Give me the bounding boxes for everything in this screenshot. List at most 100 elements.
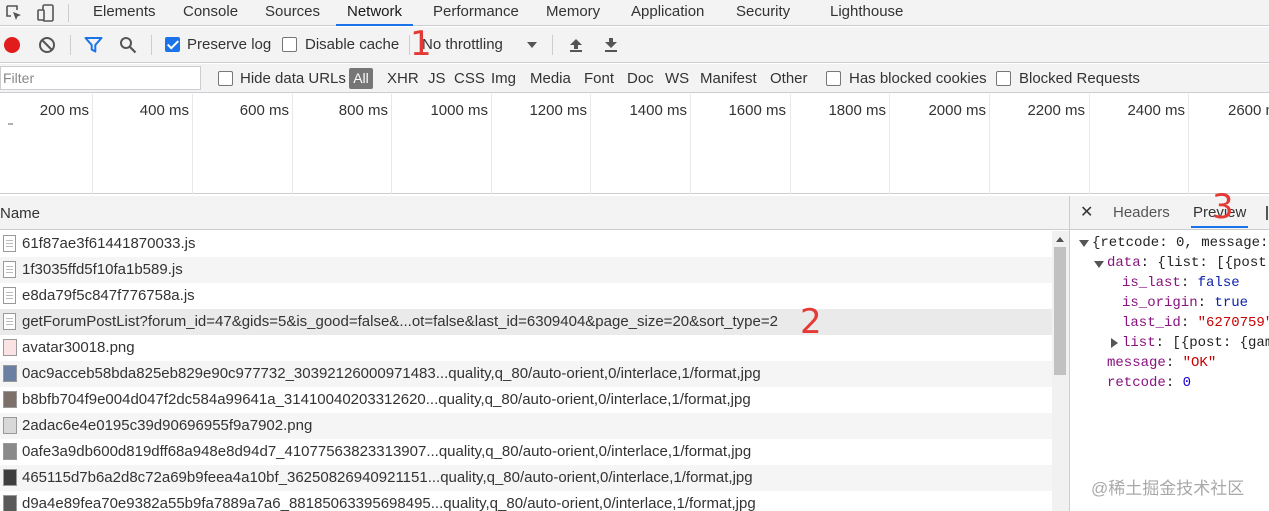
import-har-icon[interactable] [568,37,584,53]
preview-root: {retcode: 0, message: [1092,235,1269,251]
tab-headers[interactable]: Headers [1113,204,1170,221]
overview-tick-label: 2400 ms [1127,102,1185,119]
overview-gridline [790,94,791,194]
tab-overflow-indicator [1266,206,1268,220]
request-name: b8bfb704f9e004d047f2dc584a99641a_3141004… [22,391,751,408]
overview-tick-label: 1600 ms [728,102,786,119]
clear-icon[interactable] [38,36,56,54]
tab-console[interactable]: Console [183,0,238,26]
preserve-log-checkbox[interactable] [165,37,180,52]
devtools-tab-bar: Elements Console Sources Network Perform… [0,0,1269,26]
preserve-log-label[interactable]: Preserve log [187,36,271,53]
request-list-scrollbar[interactable] [1052,231,1069,511]
request-list: 61f87ae3f61441870033.js 1f3035ffd5f10fa1… [0,231,1052,511]
preview-key: retcode [1107,375,1166,391]
request-row[interactable]: avatar30018.png [0,335,1052,361]
expand-triangle-icon[interactable] [1079,240,1089,247]
scrollbar-thumb[interactable] [1054,247,1066,375]
request-row[interactable]: d9a4e89fea70e9382a55b9fa7889a7a6_8818506… [0,491,1052,511]
image-thumbnail-icon [3,339,17,356]
tab-memory[interactable]: Memory [546,0,600,26]
record-button[interactable] [4,37,20,53]
js-file-icon [3,235,16,252]
response-preview[interactable]: {retcode: 0, message: data: {list: [{pos… [1070,231,1269,511]
tab-performance[interactable]: Performance [433,0,519,26]
expand-triangle-icon[interactable] [1094,261,1104,268]
detail-panel-tabs: ✕ Headers Preview 3 [1070,190,1269,230]
blocked-requests-label[interactable]: Blocked Requests [1019,70,1140,87]
device-toolbar-icon[interactable] [36,3,56,23]
overview-gridline [391,94,392,194]
type-filter-xhr[interactable]: XHR [387,70,419,87]
annotation-marker-2: 2 [800,302,822,342]
type-filter-doc[interactable]: Doc [627,70,654,87]
has-blocked-cookies-label[interactable]: Has blocked cookies [849,70,987,87]
inspect-element-icon[interactable] [4,3,24,23]
xhr-file-icon [3,313,16,330]
overview-tick-label: 600 ms [239,102,289,119]
disable-cache-label[interactable]: Disable cache [305,36,399,53]
filter-input[interactable] [0,66,201,90]
overview-gridline [292,94,293,194]
has-blocked-cookies-checkbox[interactable] [826,71,841,86]
preview-key: message [1107,355,1166,371]
tab-sources[interactable]: Sources [265,0,320,26]
type-filter-manifest[interactable]: Manifest [700,70,757,87]
preview-value: true [1214,295,1249,311]
tab-lighthouse[interactable]: Lighthouse [830,0,903,26]
request-row-selected[interactable]: getForumPostList?forum_id=47&gids=5&is_g… [0,305,1052,339]
overview-tick-label: 1000 ms [430,102,488,119]
network-toolbar: Preserve log Disable cache No throttling… [0,27,1269,63]
request-name: e8da79f5c847f776758a.js [22,287,195,304]
request-row[interactable]: e8da79f5c847f776758a.js [0,283,1052,309]
overview-tick-label: 2200 ms [1027,102,1085,119]
hide-data-urls-label[interactable]: Hide data URLs [240,70,346,87]
search-icon[interactable] [119,36,137,54]
request-row[interactable]: 0afe3a9db600d819dff68a948e8d94d7_4107756… [0,439,1052,465]
tab-security[interactable]: Security [736,0,790,26]
overview-gridline [690,94,691,194]
type-filter-media[interactable]: Media [530,70,571,87]
request-name: getForumPostList?forum_id=47&gids=5&is_g… [22,313,778,330]
request-name: d9a4e89fea70e9382a55b9fa7889a7a6_8818506… [22,495,756,511]
export-har-icon[interactable] [603,37,619,53]
type-filter-all[interactable]: All [349,68,373,89]
request-row[interactable]: 2adac6e4e0195c39d90696955f9a7902.png [0,413,1052,439]
tab-application[interactable]: Application [631,0,704,26]
collapse-triangle-icon[interactable] [1111,338,1118,348]
request-row[interactable]: 465115d7b6a2d8c72a69b9feea4a10bf_3625082… [0,465,1052,491]
type-filter-js[interactable]: JS [428,70,446,87]
type-filter-other[interactable]: Other [770,70,808,87]
overview-gridline [989,94,990,194]
preview-key: is_last [1122,275,1181,291]
preview-last-id-line: last_id: "6270759" [1122,315,1269,331]
type-filter-css[interactable]: CSS [454,70,485,87]
type-filter-img[interactable]: Img [491,70,516,87]
close-icon[interactable]: ✕ [1080,202,1093,222]
type-filter-font[interactable]: Font [584,70,614,87]
request-row[interactable]: 1f3035ffd5f10fa1b589.js [0,257,1052,283]
scroll-up-icon[interactable] [1056,237,1064,242]
tab-network[interactable]: Network [336,0,414,26]
type-filter-ws[interactable]: WS [665,70,689,87]
blocked-requests-checkbox[interactable] [996,71,1011,86]
request-name: 0afe3a9db600d819dff68a948e8d94d7_4107756… [22,443,752,460]
filter-bar: Hide data URLs All XHR JS CSS Img Media … [0,64,1269,93]
disable-cache-checkbox[interactable] [282,37,297,52]
hide-data-urls-checkbox[interactable] [218,71,233,86]
overview-request-mark [8,123,13,125]
request-row[interactable]: 61f87ae3f61441870033.js [0,231,1052,257]
request-row[interactable]: b8bfb704f9e004d047f2dc584a99641a_3141004… [0,387,1052,413]
overview-tick-label: 200 ms [39,102,89,119]
filter-icon[interactable] [84,36,103,54]
request-name: avatar30018.png [22,339,135,356]
request-row[interactable]: 0ac9acceb58bda825eb829e90c977732_3039212… [0,361,1052,387]
name-column-header[interactable]: Name [0,205,40,222]
tab-elements[interactable]: Elements [93,0,156,26]
throttling-select[interactable]: No throttling [422,36,503,53]
preview-key: data [1107,255,1141,271]
timeline-overview[interactable]: 200 ms 400 ms 600 ms 800 ms 1000 ms 1200… [0,94,1269,194]
preview-is-origin-line: is_origin: true [1122,295,1249,311]
chevron-down-icon[interactable] [527,42,537,48]
preview-value: [{post: {gam [1172,335,1269,351]
